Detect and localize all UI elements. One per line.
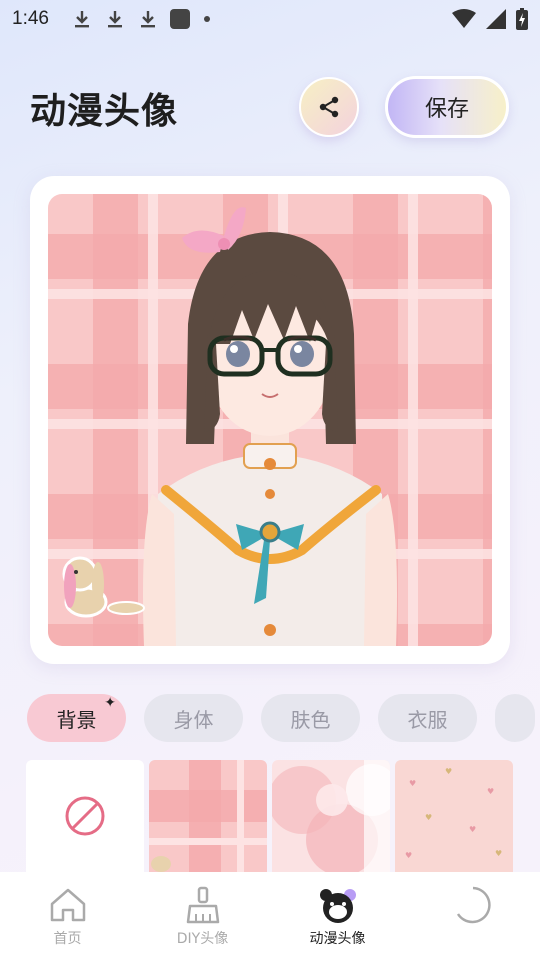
tab-label: 肤色 [290,707,331,732]
download-icon [137,8,159,30]
nav-item-profile[interactable] [405,872,540,960]
tab-background[interactable]: 背景 ✦ [27,694,126,742]
svg-text:♥: ♥ [469,825,476,834]
tab-label: 衣服 [407,707,448,732]
tab-clothes[interactable]: 衣服 [378,694,477,742]
nav-label: 动漫头像 [309,931,366,947]
app-icon [169,9,190,29]
bg-option-pink-plaid[interactable] [149,760,267,872]
svg-text:♥: ♥ [409,779,416,788]
bg-option-pink-hearts[interactable]: ♥ ♥ ♥ ♥ ♥ ♥ ♥ [395,760,513,872]
svg-text:♥: ♥ [405,851,412,860]
wifi-icon [452,9,476,28]
tab-label: 身体 [173,707,214,732]
share-button[interactable] [299,77,359,137]
plaid-thumbnail [149,760,267,872]
home-icon [50,888,85,922]
battery-charging-icon [516,8,528,30]
prohibited-icon [65,796,105,836]
tab-more[interactable] [495,694,535,742]
dot-icon [203,16,210,22]
background-options: ♥ ♥ ♥ ♥ ♥ ♥ ♥ [26,760,540,872]
hearts-thumbnail: ♥ ♥ ♥ ♥ ♥ ♥ ♥ [395,760,513,872]
bottom-nav: 首页 DIY头像 动漫头像 [0,872,540,960]
svg-text:♥: ♥ [425,813,432,822]
avatar-preview-card [30,176,510,664]
nav-item-anime-avatar[interactable]: 动漫头像 [270,872,405,960]
svg-text:♥: ♥ [495,849,502,858]
bg-option-pink-watercolor[interactable] [272,760,390,872]
share-icon [319,96,339,118]
download-icon [71,8,93,30]
nav-item-home[interactable]: 首页 [0,872,135,960]
svg-text:♥: ♥ [487,787,494,796]
nav-label: 首页 [53,931,82,947]
tab-skin-color[interactable]: 肤色 [261,694,360,742]
tab-body[interactable]: 身体 [144,694,243,742]
avatar-illustration [48,194,492,646]
page-title: 动漫头像 [30,91,179,132]
avatar-canvas [48,194,492,646]
watercolor-thumbnail [272,760,390,872]
brush-icon [186,886,219,924]
nav-item-diy-avatar[interactable]: DIY头像 [135,872,270,960]
download-icon [104,8,126,30]
category-tabs: 背景 ✦ 身体 肤色 衣服 [27,694,540,742]
save-button[interactable]: 保存 [385,76,509,138]
loading-circle-icon [456,886,491,924]
status-bar: 1:46 [0,0,540,38]
nav-label: DIY头像 [176,931,229,947]
sparkle-icon: ✦ [104,695,116,711]
signal-icon [486,9,506,29]
status-time: 1:46 [12,8,49,29]
svg-text:♥: ♥ [445,767,452,776]
bg-option-none[interactable] [26,760,144,872]
tab-label: 背景 [56,707,97,732]
bear-face-icon [319,889,356,923]
